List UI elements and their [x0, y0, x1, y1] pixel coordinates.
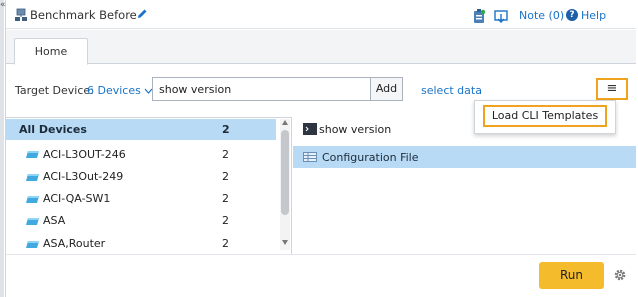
all-devices-count: 2 — [222, 123, 230, 136]
menu-icon[interactable]: ≡ — [596, 78, 628, 100]
device-benchmark-icon — [15, 8, 27, 21]
clipboard-icon[interactable] — [471, 8, 487, 24]
configuration-file-label: Configuration File — [322, 151, 419, 164]
switch-icon — [26, 196, 39, 203]
device-count: 2 — [222, 170, 229, 183]
help-icon[interactable]: ? — [566, 9, 578, 21]
scroll-thumb[interactable] — [281, 130, 289, 215]
device-count: 2 — [222, 237, 229, 250]
select-data-link[interactable]: select data — [421, 84, 482, 97]
add-button[interactable]: Add — [371, 77, 403, 101]
device-list-item[interactable]: ACI-L3Out-249 — [43, 170, 123, 183]
config-file-icon — [303, 152, 317, 162]
device-list-item[interactable]: ASA,Router — [43, 237, 105, 250]
device-list-item[interactable]: ASA — [43, 214, 65, 227]
scroll-up-icon[interactable] — [282, 120, 288, 125]
export-icon[interactable] — [493, 8, 509, 24]
device-list-item[interactable]: ACI-L3OUT-246 — [43, 148, 126, 161]
command-input[interactable] — [152, 77, 371, 101]
target-device-label: Target Device: — [15, 84, 94, 97]
title-divider — [6, 28, 636, 29]
panel-divider[interactable] — [291, 117, 292, 254]
help-link[interactable]: Help — [581, 9, 606, 22]
edit-pencil-icon[interactable] — [136, 8, 148, 20]
target-device-count: 6 Devices — [87, 84, 141, 97]
scroll-down-icon[interactable] — [282, 240, 288, 245]
note-link[interactable]: Note (0) — [519, 9, 564, 22]
all-devices-label: All Devices — [19, 123, 87, 136]
gear-icon[interactable] — [613, 268, 627, 282]
terminal-icon — [303, 123, 317, 135]
load-cli-templates-item[interactable]: Load CLI Templates — [483, 105, 607, 127]
run-button[interactable]: Run — [539, 262, 604, 289]
firewall-icon — [26, 218, 39, 225]
device-count: 2 — [222, 148, 229, 161]
switch-icon — [26, 174, 39, 181]
switch-icon — [26, 151, 39, 158]
window-title: Benchmark Before — [30, 8, 137, 22]
tab-home[interactable]: Home — [14, 38, 88, 65]
tab-bar — [6, 30, 636, 64]
device-count: 2 — [222, 192, 229, 205]
command-item-label[interactable]: show version — [319, 123, 391, 136]
device-list-item[interactable]: ACI-QA-SW1 — [43, 192, 110, 205]
firewall-icon — [26, 241, 39, 248]
target-device-link[interactable]: 6 Devices — [87, 84, 153, 97]
footer-divider — [6, 254, 636, 255]
left-collapse-strip[interactable] — [0, 0, 4, 297]
device-count: 2 — [222, 214, 229, 227]
